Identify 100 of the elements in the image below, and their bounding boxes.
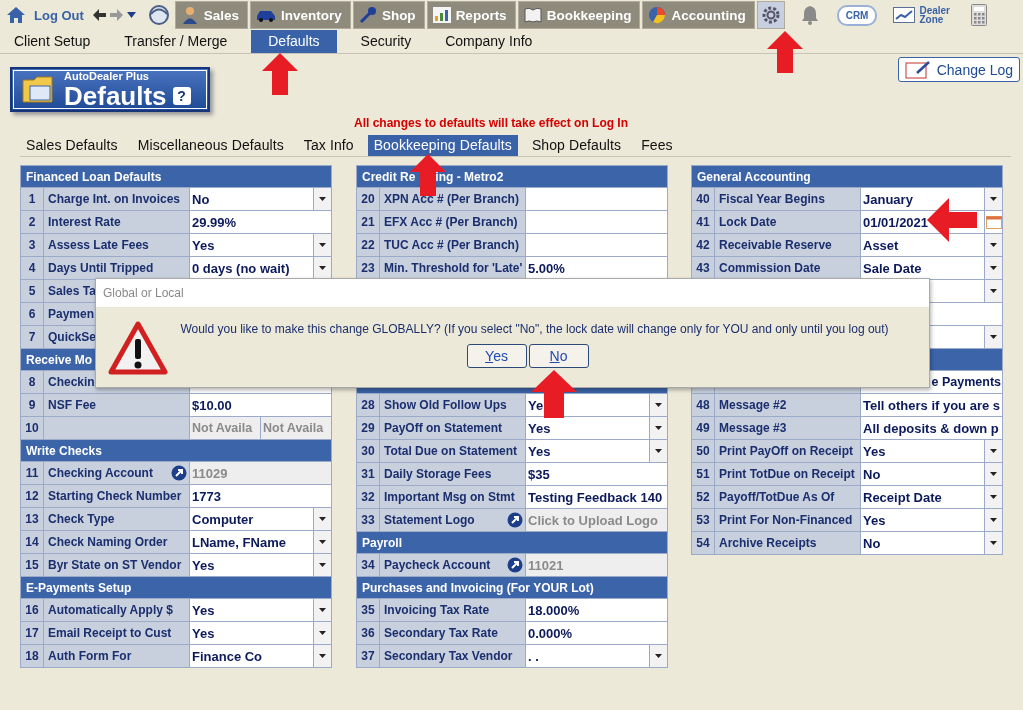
dropdown-button[interactable]	[985, 234, 1002, 256]
input-field[interactable]: $35	[526, 463, 667, 485]
input-field[interactable]: Tell others if you are s	[861, 394, 1002, 416]
nav-tab[interactable]: Transfer / Merge	[114, 30, 238, 53]
dropdown-button[interactable]	[314, 554, 331, 576]
select-field[interactable]: Receipt Date	[861, 486, 984, 508]
select-field[interactable]: Asset	[861, 234, 984, 256]
select-field[interactable]: Finance Co	[190, 645, 313, 667]
home-icon[interactable]	[6, 6, 26, 24]
input-field: 11029	[190, 462, 331, 484]
row-label: Check Type	[44, 508, 189, 530]
dialog-button[interactable]: No	[528, 344, 589, 368]
input-field[interactable]: All deposits & down p	[861, 417, 1002, 439]
dropdown-button[interactable]	[985, 326, 1002, 348]
select-field[interactable]: No	[861, 463, 984, 485]
select-field[interactable]: Yes	[861, 440, 984, 462]
caret-icon	[319, 517, 326, 521]
help-button[interactable]: ?	[172, 86, 191, 105]
dealer-zone-link[interactable]: Dealer Zone	[893, 6, 954, 24]
book-icon	[523, 7, 542, 23]
select-field[interactable]: Computer	[190, 508, 313, 530]
row-label: TUC Acc # (Per Branch)	[380, 234, 525, 256]
crm-link[interactable]: CRM	[836, 4, 878, 26]
section-header: Financed Loan Defaults	[21, 166, 331, 187]
select-field[interactable]: LName, FName	[190, 531, 313, 553]
row-label: Assess Late Fees	[44, 234, 189, 256]
select-field[interactable]: Sale Date	[861, 257, 984, 279]
dropdown-button[interactable]	[985, 463, 1002, 485]
dropdown-button[interactable]	[985, 257, 1002, 279]
dropdown-button[interactable]	[314, 508, 331, 530]
input-field[interactable]: 18.000%	[526, 599, 667, 621]
dropdown-button[interactable]	[650, 645, 667, 667]
calculator-icon[interactable]	[971, 4, 988, 26]
calendar-icon[interactable]	[985, 215, 1002, 229]
select-field[interactable]: No	[861, 532, 984, 554]
dropdown-button[interactable]	[650, 440, 667, 462]
dropdown-button[interactable]	[985, 280, 1002, 302]
select-field[interactable]: Yes	[190, 622, 313, 644]
row-label: Payoff/TotDue As Of	[715, 486, 860, 508]
dialog-button[interactable]: Yes	[466, 344, 527, 368]
input-field[interactable]: 0.000%	[526, 622, 667, 644]
dropdown-button[interactable]	[314, 234, 331, 256]
nav-tab[interactable]: Security	[350, 30, 422, 53]
dropdown-button[interactable]	[985, 440, 1002, 462]
row-label: Invoicing Tax Rate	[380, 599, 525, 621]
dropdown-button[interactable]	[650, 417, 667, 439]
caret-icon	[655, 426, 662, 430]
input-field[interactable]: 29.99%	[190, 211, 331, 233]
row-label: Total Due on Statement	[380, 440, 525, 462]
tab[interactable]: Tax Info	[297, 135, 360, 156]
row-number: 52	[692, 486, 714, 508]
support-icon[interactable]	[147, 4, 170, 26]
dropdown-button[interactable]	[985, 188, 1002, 210]
dropdown-button[interactable]	[314, 188, 331, 210]
dropdown-button[interactable]	[314, 531, 331, 553]
input-field[interactable]: $10.00	[190, 394, 331, 416]
bell-icon[interactable]	[800, 5, 819, 25]
nav-tab[interactable]: Client Setup	[4, 30, 101, 53]
link-icon[interactable]	[507, 512, 523, 528]
dropdown-button[interactable]	[985, 532, 1002, 554]
select-field[interactable]: Yes	[190, 234, 313, 256]
select-field[interactable]: . .	[526, 645, 649, 667]
dropdown-button[interactable]	[314, 645, 331, 667]
tab[interactable]: Miscellaneous Defaults	[131, 135, 290, 156]
nav-tab[interactable]: Defaults	[251, 30, 337, 53]
link-icon[interactable]	[507, 557, 523, 573]
tab[interactable]: Bookkeeping Defaults	[367, 135, 518, 156]
dropdown-button[interactable]	[314, 622, 331, 644]
dropdown-button[interactable]	[314, 257, 331, 279]
logout-link[interactable]: Log Out	[34, 7, 84, 23]
change-log-button[interactable]: Change Log	[897, 57, 1020, 82]
tab[interactable]: Shop Defaults	[525, 135, 628, 156]
select-field[interactable]: Yes	[190, 554, 313, 576]
link-icon[interactable]	[171, 465, 187, 481]
select-field[interactable]: Yes	[190, 599, 313, 621]
caret-icon[interactable]	[126, 12, 136, 18]
input-field[interactable]: 1773	[190, 485, 331, 507]
dropdown-button[interactable]	[650, 394, 667, 416]
settings-button[interactable]	[756, 1, 785, 29]
input-field[interactable]	[526, 234, 667, 256]
input-field[interactable]	[526, 188, 667, 210]
select-field[interactable]: Yes	[526, 417, 649, 439]
select-field[interactable]: Yes	[861, 509, 984, 531]
row-number: 42	[692, 234, 714, 256]
tab[interactable]: Fees	[635, 135, 679, 156]
back-arrow-icon[interactable]	[92, 9, 106, 21]
tab[interactable]: Sales Defaults	[20, 135, 124, 156]
dropdown-button[interactable]	[314, 599, 331, 621]
select-field[interactable]: Yes	[526, 440, 649, 462]
dropdown-button[interactable]	[985, 486, 1002, 508]
select-field[interactable]: 0 days (no wait)	[190, 257, 313, 279]
input-field[interactable]: Testing Feedback 140	[526, 486, 667, 508]
select-field[interactable]: No	[190, 188, 313, 210]
dropdown-button[interactable]	[985, 509, 1002, 531]
input-field[interactable]: 5.00%	[526, 257, 667, 279]
caret-icon	[990, 266, 997, 270]
select-field[interactable]: January	[861, 188, 984, 210]
input-field[interactable]	[526, 211, 667, 233]
nav-tab[interactable]: Company Info	[435, 30, 543, 53]
row-label: Commission Date	[715, 257, 860, 279]
